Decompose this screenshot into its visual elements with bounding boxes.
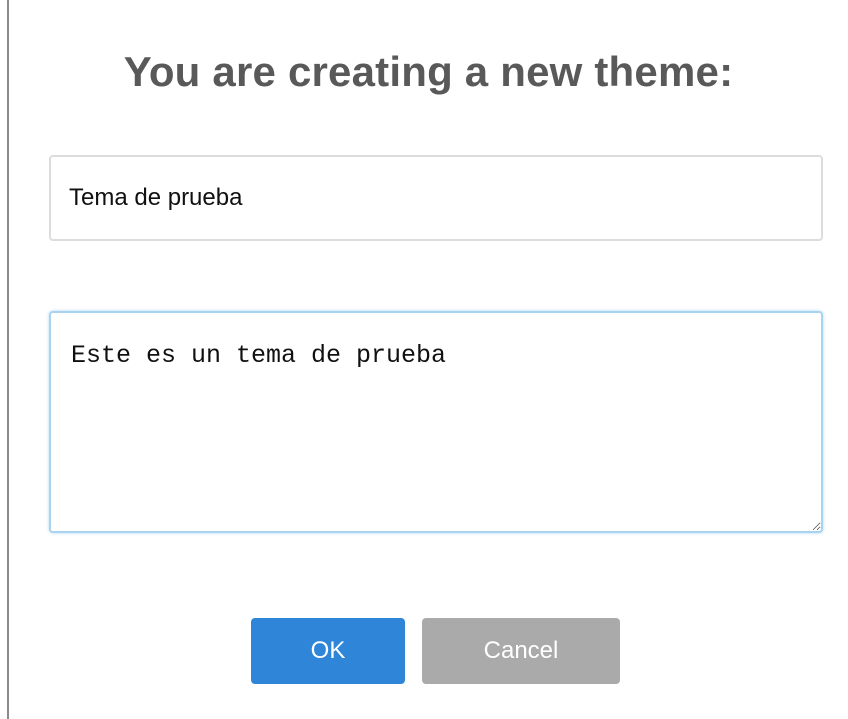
page: You are creating a new theme: Este es un… xyxy=(0,0,848,719)
cancel-button[interactable]: Cancel xyxy=(422,618,620,684)
theme-name-input[interactable] xyxy=(49,155,823,241)
theme-description-textarea[interactable]: Este es un tema de prueba xyxy=(49,311,823,533)
new-theme-dialog: You are creating a new theme: Este es un… xyxy=(9,0,848,719)
background-window-edge xyxy=(0,0,9,719)
ok-button[interactable]: OK xyxy=(251,618,405,684)
dialog-button-row: OK Cancel xyxy=(9,618,848,684)
dialog-title: You are creating a new theme: xyxy=(123,48,734,95)
